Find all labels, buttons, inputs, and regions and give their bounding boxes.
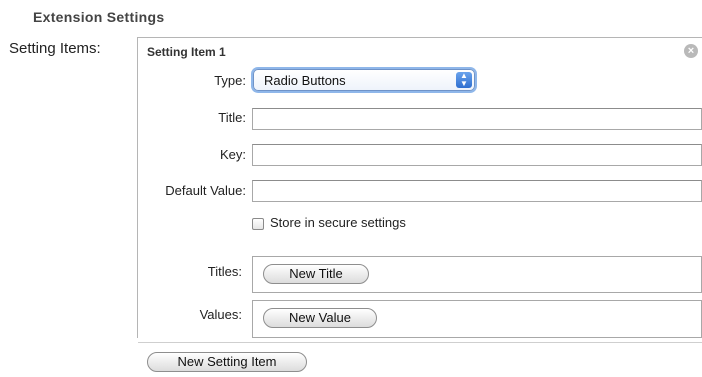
setting-item-panel: Setting Item 1 × Type: Radio Buttons ▲ ▼ … <box>137 37 702 338</box>
new-title-button[interactable]: New Title <box>263 264 369 284</box>
chevron-up-down-icon: ▲ ▼ <box>456 72 472 88</box>
titles-label: Titles: <box>207 264 242 279</box>
new-setting-item-button[interactable]: New Setting Item <box>147 352 307 372</box>
extension-settings-pane: Extension Settings Setting Items: Settin… <box>0 0 702 377</box>
title-field[interactable] <box>252 108 702 130</box>
secure-settings-checkbox[interactable] <box>252 218 264 230</box>
type-popup[interactable]: Radio Buttons ▲ ▼ <box>253 69 475 91</box>
values-list: New Value <box>252 300 702 338</box>
values-label: Values: <box>199 307 242 322</box>
type-popup-value: Radio Buttons <box>264 73 346 88</box>
close-icon[interactable]: × <box>684 44 698 58</box>
section-title: Extension Settings <box>33 9 165 25</box>
key-label: Key: <box>219 147 246 162</box>
secure-settings-label[interactable]: Store in secure settings <box>270 215 406 230</box>
setting-item-header: Setting Item 1 <box>147 45 226 59</box>
title-label: Title: <box>218 110 246 125</box>
setting-items-label: Setting Items: <box>9 40 101 57</box>
titles-list: New Title <box>252 256 702 293</box>
default-value-label: Default Value: <box>165 183 246 198</box>
default-value-field[interactable] <box>252 180 702 202</box>
panel-divider <box>138 342 702 343</box>
key-field[interactable] <box>252 144 702 166</box>
new-value-button[interactable]: New Value <box>263 308 377 328</box>
type-label: Type: <box>214 73 246 88</box>
